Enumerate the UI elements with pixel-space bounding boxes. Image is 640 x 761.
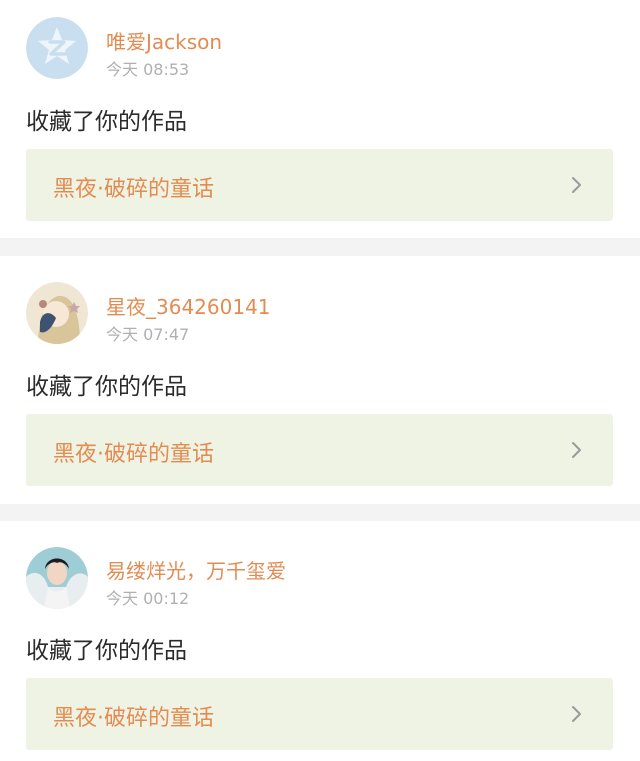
user-avatar[interactable] (26, 282, 88, 344)
notification-card: 唯爱Jackson 今天 08:53 收藏了你的作品 黑夜·破碎的童话 (0, 0, 640, 238)
timestamp: 今天 08:53 (106, 60, 190, 79)
action-text: 收藏了你的作品 (26, 109, 187, 135)
timestamp: 今天 07:47 (106, 325, 190, 344)
work-title: 黑夜·破碎的童话 (53, 706, 214, 731)
action-text: 收藏了你的作品 (26, 638, 187, 664)
work-link[interactable]: 黑夜·破碎的童话 (26, 678, 613, 750)
portrait-photo-avatar-icon (26, 547, 88, 609)
notification-card: 星夜_364260141 今天 07:47 收藏了你的作品 黑夜·破碎的童话 (0, 256, 640, 504)
chevron-right-icon (572, 442, 581, 458)
anime-girl-avatar-icon (26, 282, 88, 344)
username[interactable]: 唯爱Jackson (106, 26, 222, 55)
username[interactable]: 星夜_364260141 (106, 291, 271, 320)
work-title: 黑夜·破碎的童话 (53, 177, 214, 202)
chevron-right-icon (572, 706, 581, 722)
qq-z-logo-avatar-icon (26, 17, 88, 79)
username[interactable]: 易缕烊光，万千玺爱 (106, 555, 286, 584)
work-title: 黑夜·破碎的童话 (53, 442, 214, 467)
notification-card: 易缕烊光，万千玺爱 今天 00:12 收藏了你的作品 黑夜·破碎的童话 (0, 521, 640, 761)
chevron-right-icon (572, 177, 581, 193)
action-text: 收藏了你的作品 (26, 374, 187, 400)
user-avatar[interactable] (26, 547, 88, 609)
notification-feed: 唯爱Jackson 今天 08:53 收藏了你的作品 黑夜·破碎的童话 星夜_3… (0, 0, 640, 761)
work-link[interactable]: 黑夜·破碎的童话 (26, 149, 613, 221)
work-link[interactable]: 黑夜·破碎的童话 (26, 414, 613, 486)
timestamp: 今天 00:12 (106, 589, 190, 608)
user-avatar[interactable] (26, 17, 88, 79)
